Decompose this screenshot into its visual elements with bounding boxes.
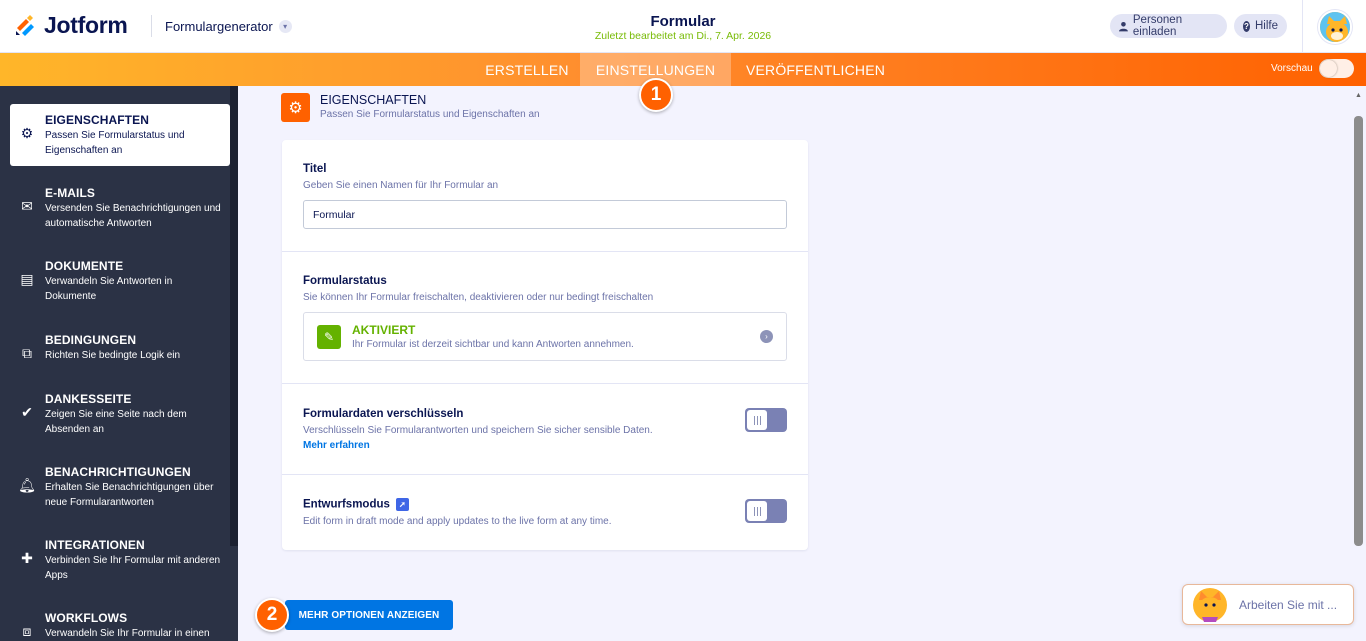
gear-icon: ⚙ [20,124,34,141]
sidebar-item-title: DOKUMENTE [45,259,124,273]
builder-nav: ERSTELLEN EINSTELLUNGEN VERÖFFENTLICHEN [0,53,1366,86]
scrollbar-thumb[interactable] [1354,116,1363,546]
learn-more-link[interactable]: Mehr erfahren [303,440,370,451]
sidebar-item-dankesseite[interactable]: ✔ DANKESSEITE Zeigen Sie eine Seite nach… [10,383,230,445]
agent-avatar [1193,588,1227,622]
section-gear-icon: ⚙ [281,93,310,122]
settings-sidebar: ⚙ EIGENSCHAFTEN Passen Sie Formularstatu… [0,86,238,641]
sidebar-item-title: DANKESSEITE [45,392,132,406]
chevron-right-icon: › [760,330,773,343]
invite-people-button[interactable]: Personen einladen [1110,14,1227,38]
envelope-icon: ✉ [21,197,33,214]
status-desc: Ihr Formular ist derzeit sichtbar und ka… [352,339,634,350]
form-title-input[interactable]: Formular [303,200,787,229]
encrypt-label: Formulardaten verschlüsseln [303,408,464,420]
sidebar-item-title: BENACHRICHTIGUNGEN [45,465,191,479]
question-icon: ? [1243,20,1250,32]
scroll-up-icon[interactable]: ▲ [1355,92,1362,99]
title-label: Titel [303,163,327,175]
tab-veroeffentlichen[interactable]: VERÖFFENTLICHEN [731,53,900,86]
sidebar-item-title: BEDINGUNGEN [45,333,137,347]
preview-label: Vorschau [1271,63,1313,74]
sidebar-item-dokumente[interactable]: ▤ DOKUMENTE Verwandeln Sie Antworten in … [10,250,230,312]
sidebar-scrollbar[interactable] [230,86,238,546]
ai-agent-chat-widget[interactable]: Arbeiten Sie mit ... [1182,584,1354,625]
status-setting: Formularstatus Sie können Ihr Formular f… [282,252,808,384]
rocket-icon: ➚ [395,498,409,511]
preview-toggle-knob [1320,60,1337,77]
callout-badge-2: 2 [255,598,289,632]
section-title: EIGENSCHAFTEN [320,93,427,107]
help-label: Hilfe [1254,20,1278,32]
enabled-form-icon: ✎ [317,325,341,349]
section-desc: Passen Sie Formularstatus und Eigenschaf… [320,109,540,120]
settings-card: Titel Geben Sie einen Namen für Ihr Form… [282,140,808,550]
encrypt-toggle-knob [747,410,767,430]
draft-label: Entwurfsmodus [303,498,390,511]
more-options-button[interactable]: MEHR OPTIONEN ANZEIGEN [285,600,453,630]
title-hint: Geben Sie einen Namen für Ihr Formular a… [303,180,499,191]
user-icon [1119,21,1128,31]
form-status-selector[interactable]: ✎ AKTIVIERT Ihr Formular ist derzeit sic… [303,312,787,361]
sidebar-item-desc: Zeigen Sie eine Seite nach dem Absenden … [45,409,187,435]
sidebar-item-title: WORKFLOWS [45,611,128,625]
top-bar: Jotform Formulargenerator ▾ Formular Zul… [0,0,1366,53]
status-value: AKTIVIERT [352,323,416,337]
tab-erstellen[interactable]: ERSTELLEN [474,53,580,86]
help-button[interactable]: ? Hilfe [1234,14,1287,38]
preview-toggle[interactable] [1319,59,1354,78]
invite-label: Personen einladen [1132,14,1183,38]
encrypt-setting: Formulardaten verschlüsseln Verschlüssel… [282,384,808,475]
draft-toggle[interactable] [745,499,787,523]
sidebar-item-integrationen[interactable]: ✚ INTEGRATIONEN Verbinden Sie Ihr Formul… [10,529,230,591]
check-circle-icon: ✔ [21,403,33,420]
sidebar-item-desc: Versenden Sie Benachrichtigungen und aut… [45,203,221,229]
status-hint: Sie können Ihr Formular freischalten, de… [303,292,654,303]
bell-icon: 🔔︎ [18,476,36,493]
sidebar-item-emails[interactable]: ✉ E-MAILS Versenden Sie Benachrichtigung… [10,177,230,239]
main-scrollbar[interactable]: ▲ [1352,86,1366,641]
sidebar-item-desc: Verwandeln Sie Antworten in Dokumente [45,276,173,302]
header-separator [1302,0,1303,53]
sidebar-item-desc: Passen Sie Formularstatus und Eigenschaf… [45,130,185,156]
encrypt-toggle[interactable] [745,408,787,432]
callout-badge-1: 1 [639,78,673,112]
sidebar-item-desc: Verwandeln Sie Ihr Formular in einen [45,628,210,639]
workflow-icon: ⧈ [22,622,32,639]
draft-toggle-knob [747,501,767,521]
sidebar-item-title: E-MAILS [45,186,96,200]
sitemap-icon: ⧉ [22,344,32,361]
sidebar-item-desc: Richten Sie bedingte Logik ein [45,350,181,361]
draft-hint: Edit form in draft mode and apply update… [303,516,612,527]
sidebar-item-title: EIGENSCHAFTEN [45,113,149,127]
chat-label: Arbeiten Sie mit ... [1239,598,1338,612]
sidebar-item-benachrichtigungen[interactable]: 🔔︎ BENACHRICHTIGUNGEN Erhalten Sie Benac… [10,456,230,518]
sidebar-item-workflows[interactable]: ⧈ WORKFLOWS Verwandeln Sie Ihr Formular … [10,602,230,641]
status-label: Formularstatus [303,275,387,287]
sidebar-item-bedingungen[interactable]: ⧉ BEDINGUNGEN Richten Sie bedingte Logik… [10,324,230,386]
encrypt-hint: Verschlüsseln Sie Formularantworten und … [303,425,653,436]
document-icon: ▤ [20,270,34,287]
sidebar-item-eigenschaften[interactable]: ⚙ EIGENSCHAFTEN Passen Sie Formularstatu… [10,104,230,166]
sidebar-item-title: INTEGRATIONEN [45,538,145,552]
sidebar-item-desc: Verbinden Sie Ihr Formular mit anderen A… [45,555,221,581]
cat-agent-icon [1199,591,1221,622]
title-setting: Titel Geben Sie einen Namen für Ihr Form… [282,140,808,252]
avatar[interactable] [1318,10,1352,44]
draft-label-row: Entwurfsmodus ➚ [303,498,409,511]
puzzle-icon: ✚ [21,549,33,566]
draft-setting: Entwurfsmodus ➚ Edit form in draft mode a… [282,475,808,550]
sidebar-item-desc: Erhalten Sie Benachrichtigungen über neu… [45,482,214,508]
